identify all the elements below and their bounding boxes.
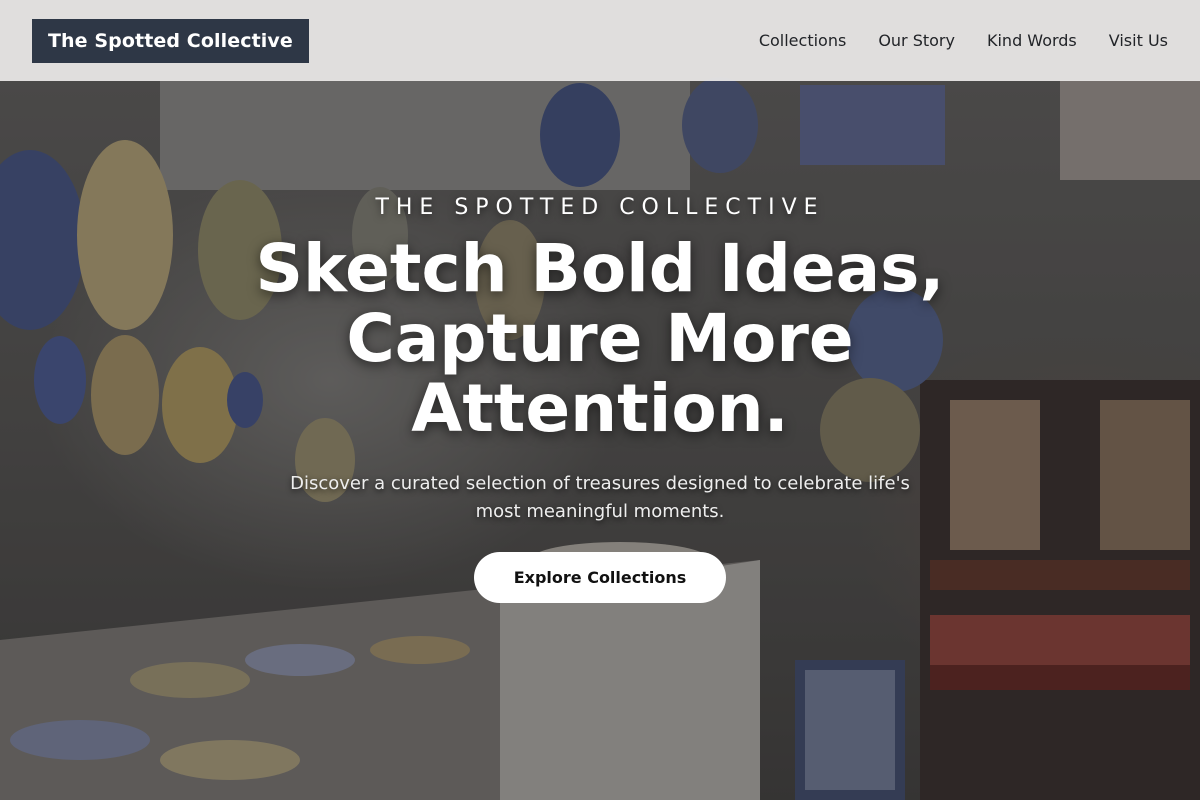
hero-headline-line: Capture More bbox=[346, 300, 854, 377]
hero-subtext: Discover a curated selection of treasure… bbox=[290, 473, 910, 522]
hero-headline-line: Sketch Bold Ideas, bbox=[255, 230, 945, 307]
brand-logo[interactable]: The Spotted Collective bbox=[32, 18, 309, 63]
nav-link-our-story[interactable]: Our Story bbox=[878, 31, 955, 50]
nav-link-collections[interactable]: Collections bbox=[759, 31, 846, 50]
nav-link-kind-words[interactable]: Kind Words bbox=[987, 31, 1077, 50]
nav-link-visit-us[interactable]: Visit Us bbox=[1109, 31, 1168, 50]
hero-section: The Spotted Collective Collections Our S… bbox=[0, 0, 1200, 800]
hero-headline: Sketch Bold Ideas, Capture More Attentio… bbox=[0, 234, 1200, 444]
explore-collections-button[interactable]: Explore Collections bbox=[474, 552, 726, 603]
top-navbar: The Spotted Collective Collections Our S… bbox=[0, 0, 1200, 81]
hero-content: THE SPOTTED COLLECTIVE Sketch Bold Ideas… bbox=[0, 195, 1200, 603]
nav-links: Collections Our Story Kind Words Visit U… bbox=[759, 31, 1168, 50]
hero-eyebrow: THE SPOTTED COLLECTIVE bbox=[375, 195, 825, 220]
hero-headline-line: Attention. bbox=[411, 370, 789, 447]
